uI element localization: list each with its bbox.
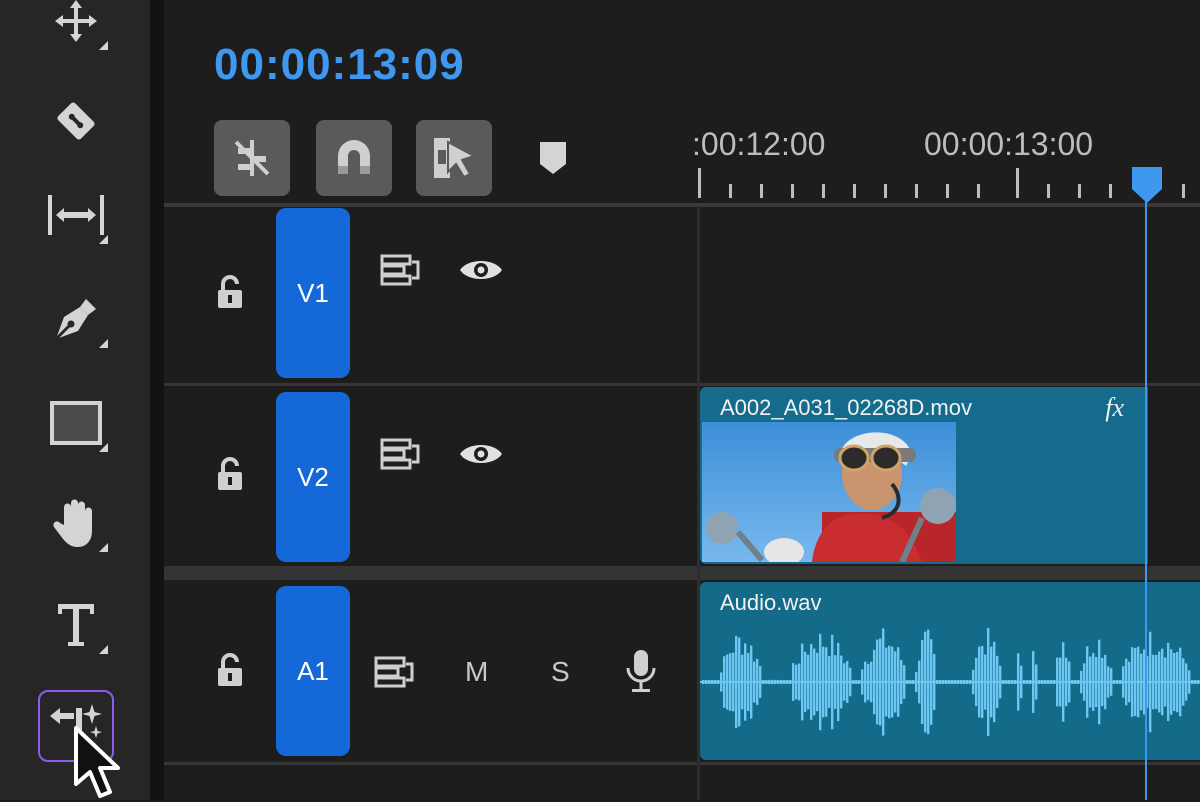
track-divider	[164, 383, 1200, 386]
playhead-line[interactable]	[1145, 180, 1147, 800]
submenu-indicator	[99, 645, 108, 654]
mute-button[interactable]: M	[465, 656, 488, 688]
magnet-icon	[338, 140, 370, 174]
hand-tool[interactable]	[40, 492, 112, 554]
clip-thumbnail	[702, 422, 956, 562]
marker-icon	[540, 142, 566, 174]
track-label-v1[interactable]: V1	[276, 208, 350, 378]
linked-cursor-icon	[434, 138, 477, 179]
linked-selection-button[interactable]	[416, 120, 492, 196]
playhead-handle[interactable]	[1130, 165, 1164, 205]
pen-tool[interactable]	[40, 288, 112, 350]
submenu-indicator	[99, 339, 108, 348]
type-tool[interactable]	[40, 594, 112, 656]
fx-badge[interactable]: fx	[1105, 393, 1124, 423]
tool-panel	[0, 0, 150, 800]
track-label-a1[interactable]: A1	[276, 586, 350, 756]
track-label-v2[interactable]: V2	[276, 392, 350, 562]
time-ruler[interactable]	[690, 160, 1200, 206]
sync-lock-icon[interactable]	[380, 438, 422, 470]
microphone-icon[interactable]	[624, 648, 658, 694]
submenu-indicator	[99, 235, 108, 244]
track-divider	[164, 762, 1200, 765]
audio-clip[interactable]: Audio.wav	[700, 582, 1200, 760]
type-T-icon	[58, 604, 94, 646]
submenu-indicator	[99, 443, 108, 452]
slip-tool[interactable]	[40, 184, 112, 246]
sync-lock-icon[interactable]	[374, 656, 416, 688]
sync-lock-icon[interactable]	[380, 254, 422, 286]
move-arrows-icon	[55, 0, 97, 42]
clip-name: Audio.wav	[720, 590, 822, 615]
audio-waveform	[700, 628, 1200, 736]
ruler-label: :00:12:00	[692, 126, 826, 162]
solo-button[interactable]: S	[551, 656, 570, 688]
eye-icon[interactable]	[458, 440, 504, 468]
pen-nib-icon	[54, 299, 96, 341]
unlocked-icon[interactable]	[214, 652, 246, 688]
unlocked-icon[interactable]	[214, 456, 246, 492]
rectangle-tool[interactable]	[40, 392, 112, 454]
submenu-indicator	[99, 41, 108, 50]
ruler-label: 00:00:13:00	[924, 126, 1094, 162]
header-divider	[164, 203, 1200, 207]
mouse-cursor-icon	[74, 726, 120, 798]
panel-divider	[150, 0, 164, 800]
snap-linked-button[interactable]	[214, 120, 290, 196]
hand-icon	[53, 499, 92, 547]
unlocked-icon[interactable]	[214, 274, 246, 310]
slip-icon	[48, 195, 104, 235]
submenu-indicator	[99, 543, 108, 552]
razor-tool[interactable]	[40, 90, 112, 152]
video-clip[interactable]: A002_A031_02268D.mov fx	[700, 387, 1148, 564]
move-tool[interactable]	[40, 0, 112, 52]
eye-icon[interactable]	[458, 256, 504, 284]
razor-blade-icon	[57, 102, 95, 140]
video-audio-divider[interactable]	[164, 566, 1200, 580]
rectangle-icon	[50, 401, 102, 445]
playhead-timecode[interactable]: 00:00:13:09	[214, 40, 465, 90]
snap-button[interactable]	[316, 120, 392, 196]
linked-selection-icon	[234, 140, 270, 176]
clip-name: A002_A031_02268D.mov	[720, 395, 972, 420]
add-marker-button[interactable]	[538, 140, 568, 176]
